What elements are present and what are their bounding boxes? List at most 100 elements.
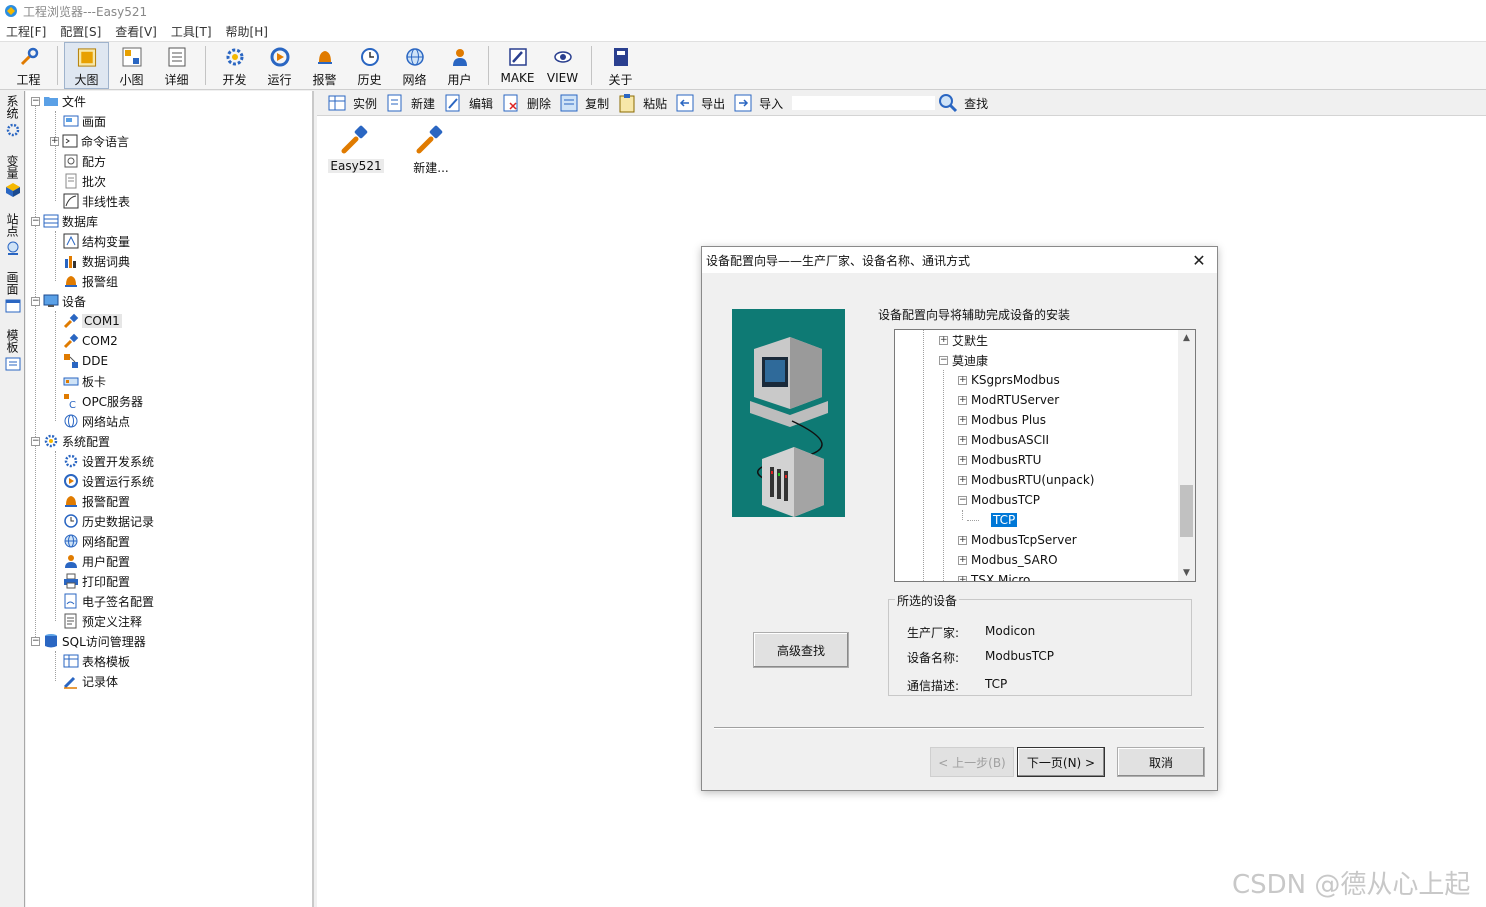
menu-config[interactable]: 配置[S]	[60, 23, 101, 40]
search-button[interactable]: 查找	[938, 93, 988, 113]
toolbar-alarm-button[interactable]: 报警	[302, 42, 347, 89]
tree-node-file[interactable]: − 文件	[31, 91, 86, 111]
expand-icon[interactable]: +	[939, 335, 948, 345]
toolbar-view-button[interactable]: VIEW	[540, 42, 585, 89]
tree-node-batch[interactable]: 批次	[63, 171, 106, 191]
search-input[interactable]	[791, 95, 937, 111]
scroll-down-icon[interactable]: ▼	[1178, 565, 1195, 581]
toolbar-run-button[interactable]: 运行	[257, 42, 302, 89]
import-button[interactable]: 导入	[733, 93, 783, 113]
driver-node-modbus-saro[interactable]: + Modbus_SARO	[958, 550, 1058, 570]
driver-node-tcp[interactable]: TCP	[991, 510, 1018, 530]
tree-node-com1[interactable]: COM1	[63, 311, 122, 331]
driver-node-ksgprsmodbus[interactable]: + KSgprsModbus	[958, 370, 1060, 390]
toolbar-make-button[interactable]: MAKE	[495, 42, 540, 89]
tree-node-print-config[interactable]: 打印配置	[63, 571, 130, 591]
driver-node-modbustcpserver[interactable]: + ModbusTcpServer	[958, 530, 1077, 550]
tree-node-history-record[interactable]: 历史数据记录	[63, 511, 154, 531]
export-button[interactable]: 导出	[675, 93, 725, 113]
tree-node-screen[interactable]: 画面	[63, 111, 106, 131]
side-tab-station[interactable]: 站点	[2, 213, 23, 256]
side-tab-variable[interactable]: 变量	[2, 155, 23, 198]
tree-node-user-config[interactable]: 用户配置	[63, 551, 130, 571]
driver-node-modbus-plus[interactable]: + Modbus Plus	[958, 410, 1046, 430]
collapse-icon[interactable]: −	[958, 495, 967, 505]
menu-tools[interactable]: 工具[T]	[171, 23, 212, 40]
collapse-icon[interactable]: −	[31, 436, 40, 446]
expand-icon[interactable]: +	[958, 455, 967, 465]
device-item-easy521[interactable]: Easy521	[326, 123, 386, 173]
tree-node-device[interactable]: − 设备	[31, 291, 86, 311]
driver-tree-scrollbar[interactable]: ▲ ▼	[1178, 330, 1195, 581]
tree-node-opc-server[interactable]: C OPC服务器	[63, 391, 143, 411]
collapse-icon[interactable]: −	[31, 296, 40, 306]
expand-icon[interactable]: +	[958, 395, 967, 405]
collapse-icon[interactable]: −	[31, 216, 40, 226]
instance-button[interactable]: 实例	[327, 93, 377, 113]
close-icon[interactable]: ✕	[1187, 250, 1211, 270]
back-button[interactable]: < 上一步(B)	[930, 747, 1014, 777]
driver-node-tsx-micro[interactable]: + TSX Micro	[958, 570, 1030, 581]
driver-node-modbusascii[interactable]: + ModbusASCII	[958, 430, 1049, 450]
scroll-up-icon[interactable]: ▲	[1178, 330, 1195, 346]
toolbar-network-button[interactable]: 网络	[392, 42, 437, 89]
expand-icon[interactable]: +	[958, 375, 967, 385]
side-tab-template[interactable]: 模板	[2, 329, 23, 372]
collapse-icon[interactable]: −	[939, 355, 948, 365]
tree-node-database[interactable]: − 数据库	[31, 211, 98, 231]
driver-node-modrtuserver[interactable]: + ModRTUServer	[958, 390, 1059, 410]
tree-node-dde[interactable]: DDE	[63, 351, 108, 371]
expand-icon[interactable]: +	[50, 136, 59, 146]
tree-node-system-config[interactable]: − 系统配置	[31, 431, 110, 451]
toolbar-details-button[interactable]: 详细	[154, 42, 199, 89]
tree-node-esign-config[interactable]: 电子签名配置	[63, 591, 154, 611]
tree-node-dev-settings[interactable]: 设置开发系统	[63, 451, 154, 471]
advanced-search-button[interactable]: 高级查找	[753, 632, 849, 668]
tree-node-record-body[interactable]: 记录体	[63, 671, 118, 691]
delete-button[interactable]: 删除	[501, 93, 551, 113]
expand-icon[interactable]: +	[958, 555, 967, 565]
next-button[interactable]: 下一页(N) >	[1017, 747, 1105, 777]
tree-node-table-template[interactable]: 表格模板	[63, 651, 130, 671]
tree-node-com2[interactable]: COM2	[63, 331, 118, 351]
toolbar-about-button[interactable]: 关于	[598, 42, 643, 89]
expand-icon[interactable]: +	[958, 535, 967, 545]
toolbar-user-button[interactable]: 用户	[437, 42, 482, 89]
collapse-icon[interactable]: −	[31, 636, 40, 646]
expand-icon[interactable]: +	[958, 415, 967, 425]
tree-node-sql-manager[interactable]: − SQL访问管理器	[31, 631, 146, 651]
toolbar-small-icons-button[interactable]: 小图	[109, 42, 154, 89]
tree-node-run-settings[interactable]: 设置运行系统	[63, 471, 154, 491]
tree-node-data-dictionary[interactable]: 数据词典	[63, 251, 130, 271]
new-button[interactable]: 新建	[385, 93, 435, 113]
paste-button[interactable]: 粘贴	[617, 93, 667, 113]
toolbar-project-button[interactable]: 工程	[6, 42, 51, 89]
toolbar-develop-button[interactable]: 开发	[212, 42, 257, 89]
side-tab-screen[interactable]: 画面	[2, 271, 23, 314]
menu-help[interactable]: 帮助[H]	[226, 23, 268, 40]
collapse-icon[interactable]: −	[31, 96, 40, 106]
expand-icon[interactable]: +	[958, 475, 967, 485]
tree-node-nonlinear-table[interactable]: 非线性表	[63, 191, 130, 211]
scroll-thumb[interactable]	[1180, 485, 1193, 537]
device-item-new[interactable]: 新建...	[401, 123, 461, 176]
tree-node-network-station[interactable]: 网络站点	[63, 411, 130, 431]
driver-node-modbustcp[interactable]: − ModbusTCP	[958, 490, 1040, 510]
menu-view[interactable]: 查看[V]	[115, 23, 157, 40]
driver-node-modbusrtu-unpack[interactable]: + ModbusRTU(unpack)	[958, 470, 1094, 490]
tree-node-predefined-comment[interactable]: 预定义注释	[63, 611, 142, 631]
expand-icon[interactable]: +	[958, 435, 967, 445]
tree-node-struct-variable[interactable]: 结构变量	[63, 231, 130, 251]
tree-node-recipe[interactable]: 配方	[63, 151, 106, 171]
toolbar-large-icons-button[interactable]: 大图	[64, 42, 109, 89]
driver-node-emerson[interactable]: + 艾默生	[939, 330, 988, 350]
toolbar-history-button[interactable]: 历史	[347, 42, 392, 89]
tree-node-network-config[interactable]: 网络配置	[63, 531, 130, 551]
driver-node-modicon[interactable]: − 莫迪康	[939, 350, 988, 370]
menu-project[interactable]: 工程[F]	[6, 23, 46, 40]
copy-button[interactable]: 复制	[559, 93, 609, 113]
tree-node-command-language[interactable]: + 命令语言	[50, 131, 129, 151]
side-tab-system[interactable]: 系统	[2, 95, 23, 138]
expand-icon[interactable]: +	[958, 575, 967, 581]
tree-node-alarm-config[interactable]: 报警配置	[63, 491, 130, 511]
